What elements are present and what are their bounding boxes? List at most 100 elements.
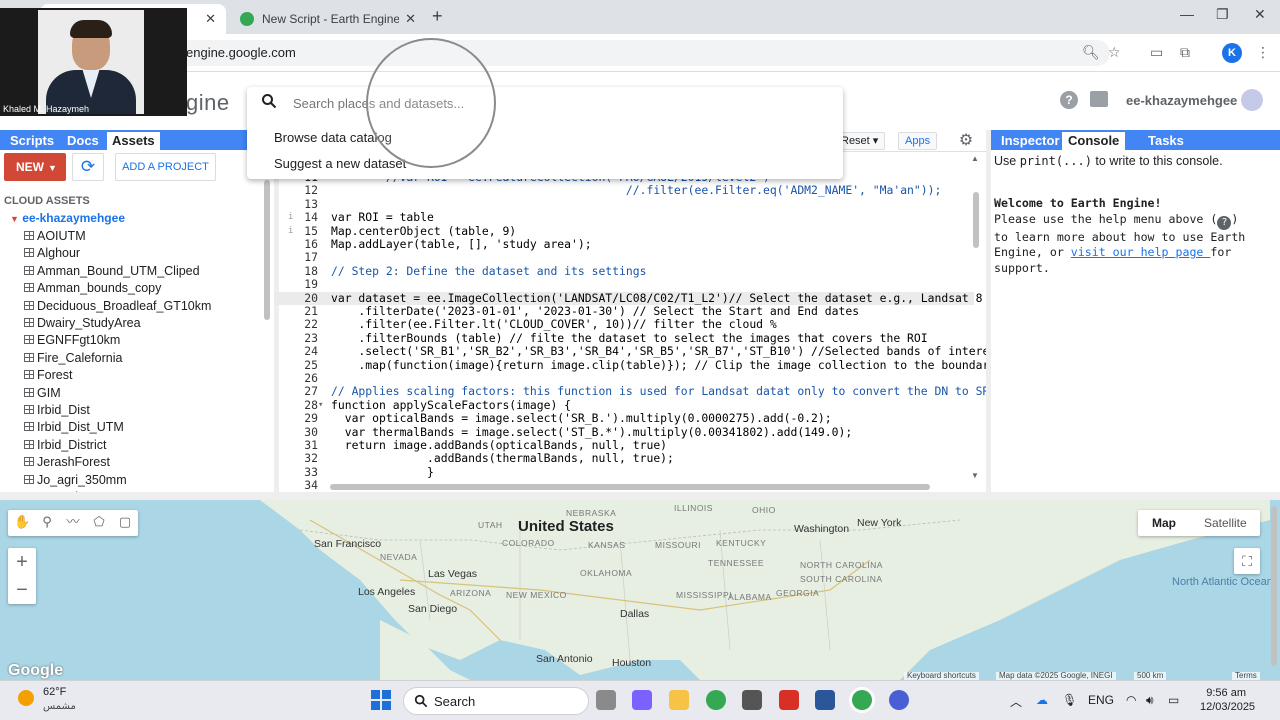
tab-inspector[interactable]: Inspector <box>995 132 1066 150</box>
editor-horizontal-scrollbar[interactable] <box>330 482 966 492</box>
asset-item[interactable]: Irbid_Dist_UTM <box>24 420 124 437</box>
browser-tab-new-script[interactable]: New Script - Earth Engine Code ✕ <box>230 4 426 34</box>
code-line[interactable]: 25 .map(function(image){return image.cli… <box>274 358 986 372</box>
microphone-icon[interactable]: 🎙︎ <box>1062 693 1077 707</box>
asset-item[interactable]: Irbid_Dist <box>24 403 90 420</box>
fullscreen-icon[interactable]: ⛶ <box>1234 548 1260 574</box>
terms-link[interactable]: Terms <box>1232 672 1260 680</box>
pan-hand-icon[interactable]: ✋ <box>14 515 30 529</box>
asset-root-folder[interactable]: ▼ ee-khazaymehgee <box>10 211 125 225</box>
asset-item[interactable]: Jo_agri_350mm <box>24 473 127 490</box>
tab-close-icon[interactable]: ✕ <box>405 11 416 27</box>
extensions-icon[interactable]: ⧉ <box>1180 44 1190 61</box>
map-type-map[interactable]: Map <box>1152 516 1176 530</box>
code-editor[interactable]: 11 //var ROI = ee.FeatureCollection('FAO… <box>274 152 986 492</box>
code-line[interactable]: 18 // Step 2: Define the dataset and its … <box>274 264 974 278</box>
code-line[interactable]: 23 .filterBounds (table) // filte the da… <box>274 331 974 345</box>
code-line[interactable]: 16 Map.addLayer(table, [], 'study area'); <box>274 237 974 251</box>
volume-icon[interactable]: 🔊︎ <box>1146 693 1154 708</box>
copilot-icon[interactable] <box>632 690 652 710</box>
url-field[interactable]: engine.google.com <box>150 40 1110 66</box>
draw-rectangle-icon[interactable]: ▢ <box>118 515 132 529</box>
asset-item[interactable]: Amman_Bound_UTM_Cliped <box>24 264 200 281</box>
code-line[interactable]: 33 } <box>274 465 974 479</box>
zoom-app-icon[interactable] <box>889 690 909 710</box>
asset-item[interactable]: Irbid_District <box>24 438 106 455</box>
help-icon[interactable]: ? <box>1217 215 1232 230</box>
asset-item[interactable]: Fire_Calefornia <box>24 351 122 368</box>
add-project-button[interactable]: ADD A PROJECT <box>115 153 216 181</box>
taskbar-search[interactable]: Search <box>403 687 589 715</box>
tab-assets[interactable]: Assets <box>107 132 160 150</box>
menu-icon[interactable]: ⋮ <box>1256 44 1270 61</box>
asset-item[interactable]: Dwairy_StudyArea <box>24 316 141 333</box>
asset-item[interactable]: EGNFFgt10km <box>24 333 120 350</box>
bookmark-star-icon[interactable]: ☆ <box>1108 44 1121 61</box>
refresh-icon[interactable]: ⟳ <box>72 153 104 181</box>
suggest-dataset-link[interactable]: Suggest a new dataset <box>274 156 406 171</box>
asset-item[interactable]: Forest <box>24 368 72 385</box>
map-view[interactable]: United States San Francisco Las Vegas Lo… <box>0 500 1280 680</box>
map-type-satellite[interactable]: Satellite <box>1204 516 1247 530</box>
onedrive-icon[interactable]: ☁ <box>1036 693 1048 707</box>
keyboard-shortcuts-link[interactable]: Keyboard shortcuts <box>904 672 979 680</box>
gear-icon[interactable]: ⚙ <box>956 131 976 151</box>
right-splitter[interactable] <box>986 130 991 492</box>
asset-item[interactable]: AOIUTM <box>24 229 86 246</box>
help-page-link[interactable]: visit our help page <box>1071 245 1211 259</box>
zoom-lens-icon[interactable]: 🔍︎ <box>1082 44 1100 61</box>
asset-item[interactable]: Alghour <box>24 246 80 263</box>
map-splitter[interactable] <box>0 492 1280 500</box>
user-name[interactable]: ee-khazaymehgee <box>1126 93 1237 108</box>
chrome-profile-icon[interactable] <box>852 690 872 710</box>
new-tab-button[interactable]: + <box>432 6 443 27</box>
wifi-icon[interactable]: ◠ <box>1126 693 1136 707</box>
zoom-out-button[interactable]: − <box>8 576 36 604</box>
draw-line-icon[interactable]: 〰 <box>66 515 80 529</box>
chrome-icon[interactable] <box>706 690 726 710</box>
word-icon[interactable] <box>815 690 835 710</box>
code-line[interactable]: 32 .addBands(thermalBands, null, true); <box>274 451 974 465</box>
task-view-icon[interactable] <box>596 690 616 710</box>
code-line[interactable]: 29 var opticalBands = image.select('SR_B… <box>274 411 974 425</box>
sun-icon[interactable] <box>18 690 34 706</box>
code-line[interactable]: 30 var thermalBands = image.select('ST_B… <box>274 425 974 439</box>
asset-item[interactable]: Deciduous_Broadleaf_GT10km <box>24 299 211 316</box>
minimize-icon[interactable]: — <box>1180 6 1194 22</box>
editor-vertical-scrollbar[interactable]: ▲ ▼ <box>970 154 982 480</box>
code-line[interactable]: i 15 Map.centerObject (table, 9) <box>274 224 974 238</box>
asset-item[interactable]: GIM <box>24 386 61 403</box>
code-line[interactable]: 24 .select('SR_B1','SR_B2','SR_B3','SR_B… <box>274 344 986 358</box>
help-icon[interactable]: ? <box>1060 91 1078 109</box>
battery-icon[interactable]: ▭ <box>1168 693 1179 707</box>
new-asset-button[interactable]: NEW ▼ <box>4 153 66 181</box>
code-line[interactable]: 20 var dataset = ee.ImageCollection('LAND… <box>274 291 983 305</box>
apps-button[interactable]: Apps <box>898 132 938 150</box>
weather-temperature[interactable]: 62°F <box>43 686 66 698</box>
tab-scripts[interactable]: Scripts <box>5 132 59 150</box>
tab-docs[interactable]: Docs <box>62 132 104 150</box>
file-explorer-icon[interactable] <box>669 690 689 710</box>
asset-item[interactable]: JerashForest <box>24 455 110 472</box>
code-line[interactable]: i 14 var ROI = table <box>274 210 974 224</box>
code-line[interactable]: 22 .filter(ee.Filter.lt('CLOUD_COVER', 1… <box>274 317 974 331</box>
maximize-icon[interactable]: ❐ <box>1216 6 1229 23</box>
map-scale[interactable]: 500 km <box>1134 672 1167 680</box>
code-line[interactable]: 19 <box>274 277 974 291</box>
reading-list-icon[interactable]: ▭ <box>1150 44 1163 61</box>
windows-start-icon[interactable] <box>371 690 391 710</box>
code-line[interactable]: 31 return image.addBands(opticalBands, n… <box>274 438 974 452</box>
add-marker-icon[interactable]: ⚲ <box>40 515 54 529</box>
tray-chevron-icon[interactable]: ︿ <box>1010 693 1022 710</box>
code-line[interactable]: 28 ▾ function applyScaleFactors(image) { <box>274 398 974 412</box>
draw-polygon-icon[interactable]: ⬠ <box>92 515 106 529</box>
system-clock[interactable]: 9:56 am 12/03/2025 <box>1200 686 1255 714</box>
zoom-in-button[interactable]: + <box>8 548 36 576</box>
code-line[interactable]: 17 <box>274 250 974 264</box>
tab-close-icon[interactable]: ✕ <box>205 11 216 27</box>
code-line[interactable]: 26 <box>274 371 974 385</box>
map-scrollbar[interactable] <box>1270 500 1278 680</box>
asset-item[interactable]: Amman_bounds_copy <box>24 281 161 298</box>
code-line[interactable]: 13 <box>274 197 974 211</box>
feedback-icon[interactable] <box>1090 91 1108 107</box>
